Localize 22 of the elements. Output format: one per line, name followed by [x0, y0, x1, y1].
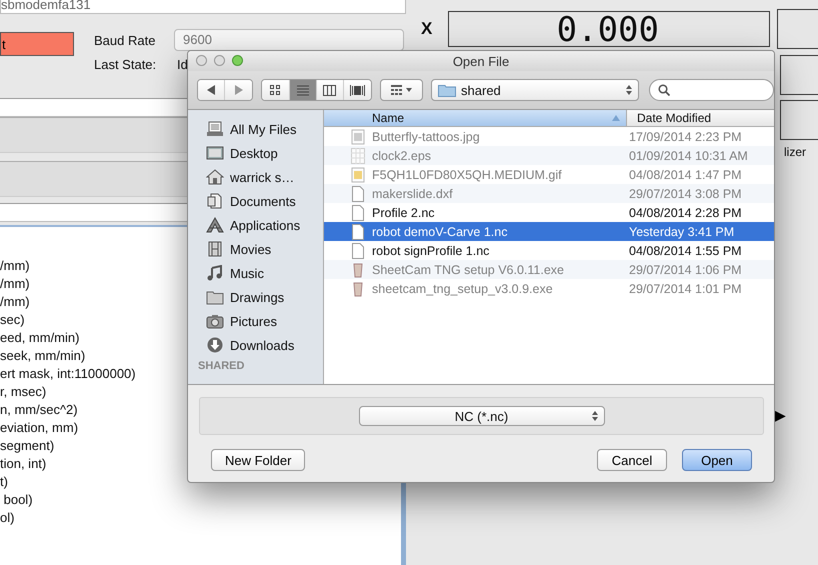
settings-line: eviation, mm) — [0, 419, 78, 437]
settings-line: t) — [0, 473, 8, 491]
last-state-value: Id — [177, 57, 188, 72]
settings-line: /mm) — [0, 257, 30, 275]
settings-line: sec) — [0, 311, 25, 329]
last-state-label: Last State: — [94, 57, 158, 72]
settings-line: segment) — [0, 437, 54, 455]
settings-line: eed, mm/min) — [0, 329, 80, 347]
settings-line: seek, mm/min) — [0, 347, 86, 365]
settings-line: r, msec) — [0, 383, 46, 401]
settings-line: ert mask, int:11000000) — [0, 365, 136, 383]
sidebar-section-header: SHARED — [198, 360, 246, 372]
axis-label: X — [421, 19, 434, 39]
baud-rate-label: Baud Rate — [94, 32, 156, 48]
settings-line: /mm) — [0, 293, 30, 311]
coordinate-display: 0.000 — [448, 11, 770, 47]
settings-line: ol) — [0, 509, 14, 527]
window-title: Open File — [452, 54, 510, 68]
settings-line: bool) — [2, 491, 33, 509]
settings-line: /mm) — [0, 275, 30, 293]
settings-line: tion, int) — [0, 455, 46, 473]
settings-line: n, mm/sec^2) — [0, 401, 78, 419]
